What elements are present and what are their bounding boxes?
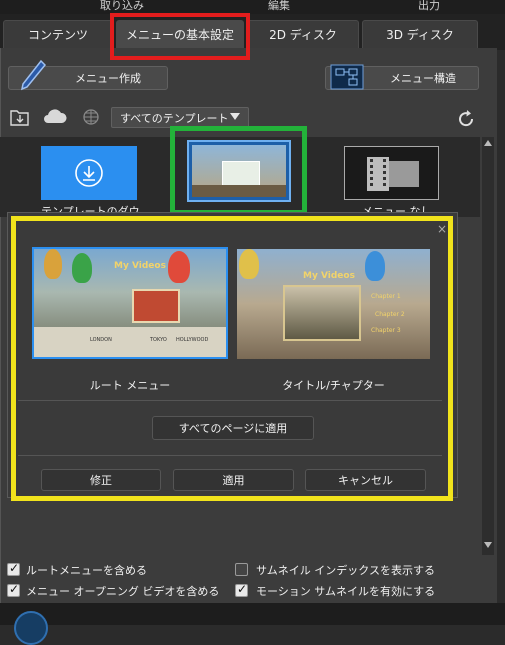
motion-thumbs-label: モーション サムネイルを有効にする [256,585,436,598]
globe-icon[interactable] [82,108,100,126]
menu-structure-label: メニュー構造 [390,72,456,85]
menu-edit[interactable]: 編集 [268,0,290,13]
refresh-icon[interactable] [456,109,476,129]
no-menu-template-tile[interactable] [344,146,439,200]
template-filter-dropdown[interactable]: すべてのテンプレート [111,107,249,128]
pencil-icon [20,59,47,91]
scroll-up-icon[interactable] [484,140,492,146]
check-icon: ✓ [9,561,20,575]
create-menu-button[interactable]: メニュー作成 [8,59,168,91]
film-strip-icon [367,157,419,191]
show-index-label: サムネイル インデックスを表示する [256,564,435,577]
include-root-checkbox[interactable]: ✓ [7,561,20,576]
download-template-tile[interactable] [41,146,137,200]
template-filter-value: すべてのテンプレート [120,111,229,125]
check-icon: ✓ [9,582,20,596]
menu-structure-button[interactable]: メニュー構造 [325,64,479,90]
show-index-checkbox[interactable] [235,563,248,576]
cloud-icon[interactable] [42,109,68,125]
main-menu-strip: 取り込み 編集 出力 [0,0,505,14]
menu-structure-icon [330,64,364,90]
red-highlight-frame [110,13,250,60]
motion-thumbs-checkbox[interactable]: ✓ [235,582,248,597]
tab-contents[interactable]: コンテンツ [3,20,113,48]
tab-bar: コンテンツ メニューの基本設定 2D ディスク 3D ディスク [0,14,505,50]
include-root-label: ルートメニューを含める [26,564,147,577]
create-menu-label: メニュー作成 [75,72,141,85]
scroll-down-icon[interactable] [484,542,492,548]
bottom-bar [0,603,505,645]
tab-2d-disc[interactable]: 2D ディスク [247,20,359,48]
include-opening-checkbox[interactable]: ✓ [7,582,20,597]
green-highlight-frame [170,126,307,215]
yellow-highlight-frame [11,216,453,501]
menu-import[interactable]: 取り込み [100,0,144,13]
check-icon: ✓ [237,582,248,596]
dropdown-arrow-icon [230,113,240,120]
tab-3d-disc[interactable]: 3D ディスク [362,20,478,48]
include-opening-label: メニュー オープニング ビデオを含める [26,585,220,598]
download-icon [75,159,103,187]
import-folder-icon[interactable] [10,108,30,126]
template-scrollbar[interactable] [482,137,494,555]
disc-icon [14,611,48,645]
menu-output[interactable]: 出力 [418,0,440,13]
